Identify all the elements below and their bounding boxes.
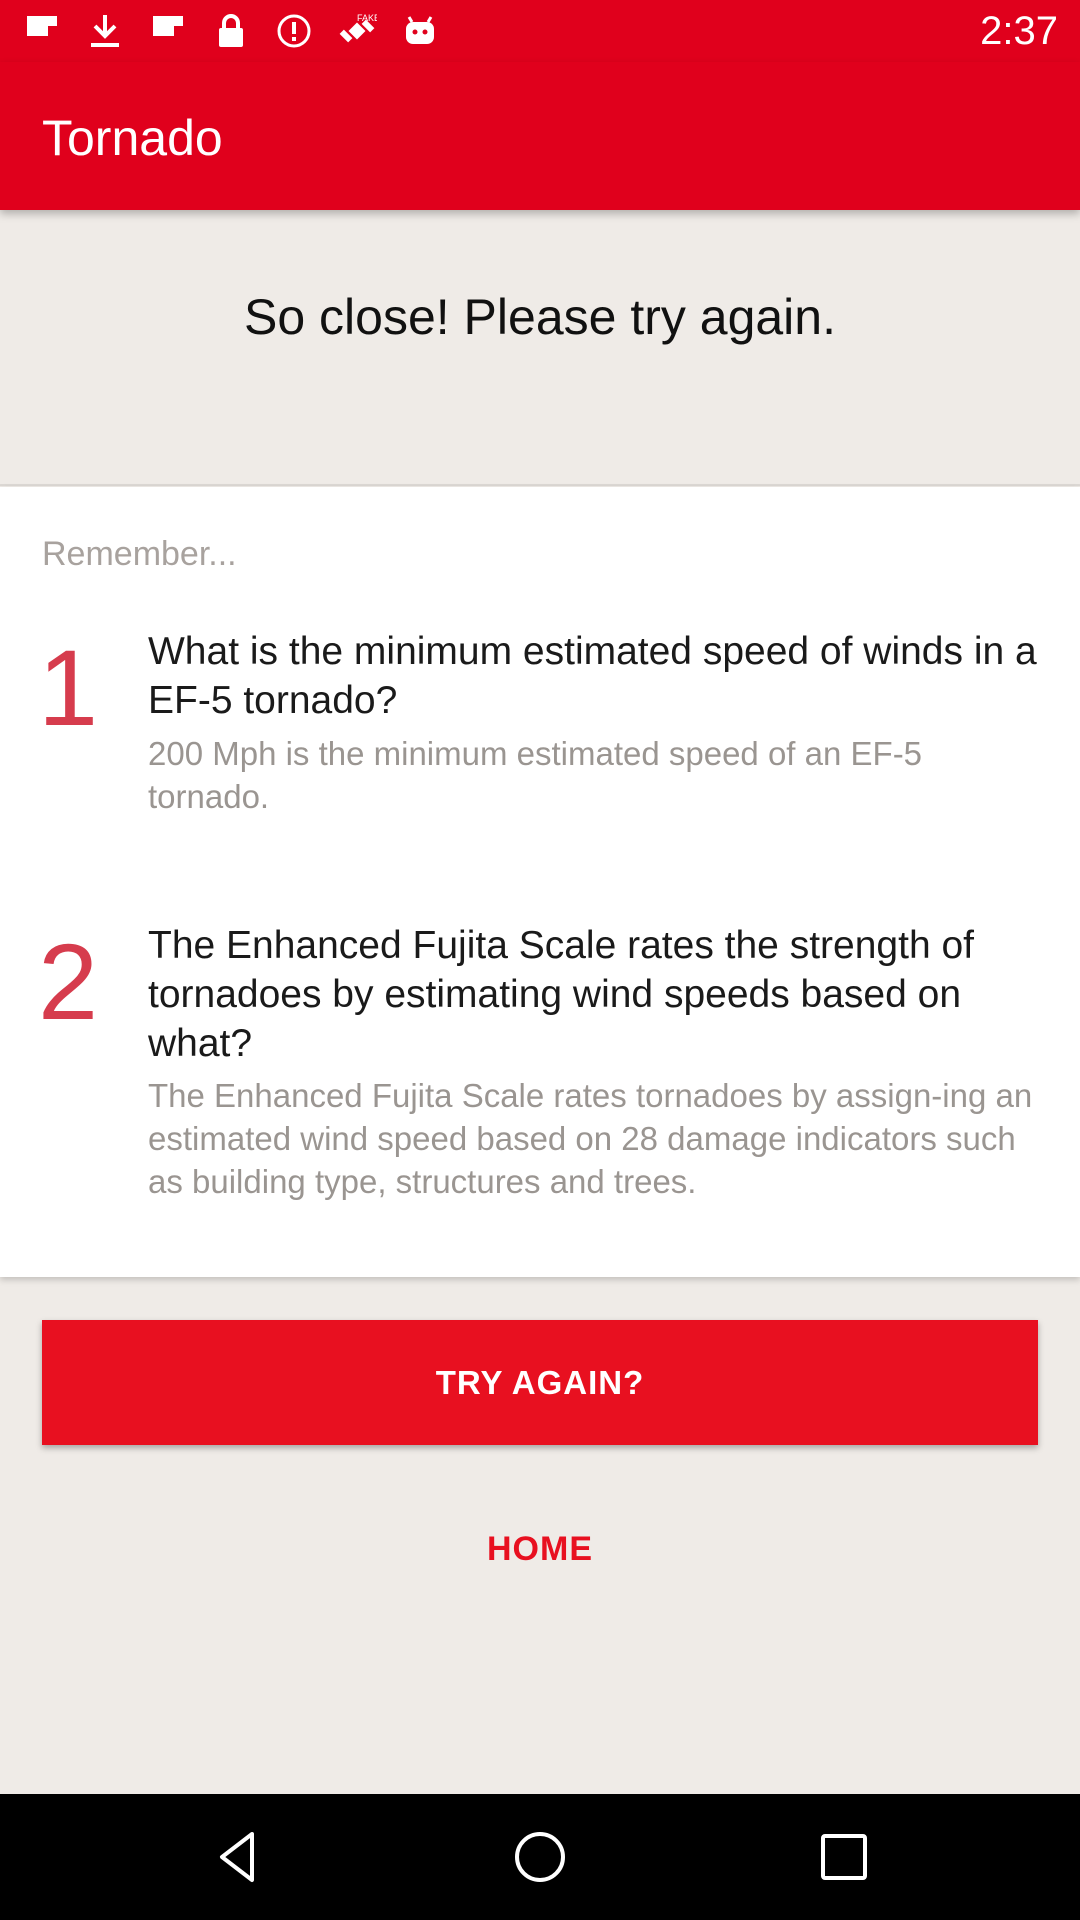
item-number: 2 [38, 921, 99, 1042]
flipboard-icon [22, 11, 62, 51]
svg-text:FAKE: FAKE [357, 13, 377, 23]
home-icon[interactable] [507, 1824, 573, 1890]
android-icon [400, 11, 440, 51]
status-icons: FAKE [22, 10, 463, 52]
satellite-fake-gps-icon: FAKE [337, 11, 377, 51]
flipboard-icon [148, 11, 188, 51]
status-bar: FAKE 2:37 [0, 0, 1080, 62]
review-card: Remember... 1 What is the minimum estima… [0, 487, 1080, 1277]
app-title: Tornado [42, 110, 223, 166]
status-time: 2:37 [980, 9, 1058, 53]
navigation-bar [0, 1794, 1080, 1920]
item-number: 1 [38, 627, 99, 748]
lock-icon [211, 11, 251, 51]
item-question: The Enhanced Fujita Scale rates the stre… [148, 924, 974, 1065]
recents-icon[interactable] [811, 1824, 877, 1890]
result-message: So close! Please try again. [244, 289, 836, 345]
home-button[interactable]: HOME [390, 1530, 690, 1582]
item-answer: The Enhanced Fujita Scale rates tornadoe… [148, 1077, 1033, 1200]
back-icon[interactable] [206, 1824, 272, 1890]
alert-circle-icon [274, 11, 314, 51]
try-again-button[interactable]: TRY AGAIN? [42, 1320, 1038, 1445]
item-answer: 200 Mph is the minimum estimated speed o… [148, 735, 923, 815]
app-bar: Tornado [0, 62, 1080, 210]
review-heading: Remember... [42, 535, 237, 573]
download-icon [85, 11, 125, 51]
item-question: What is the minimum estimated speed of w… [148, 630, 1037, 722]
divider [0, 484, 1080, 486]
